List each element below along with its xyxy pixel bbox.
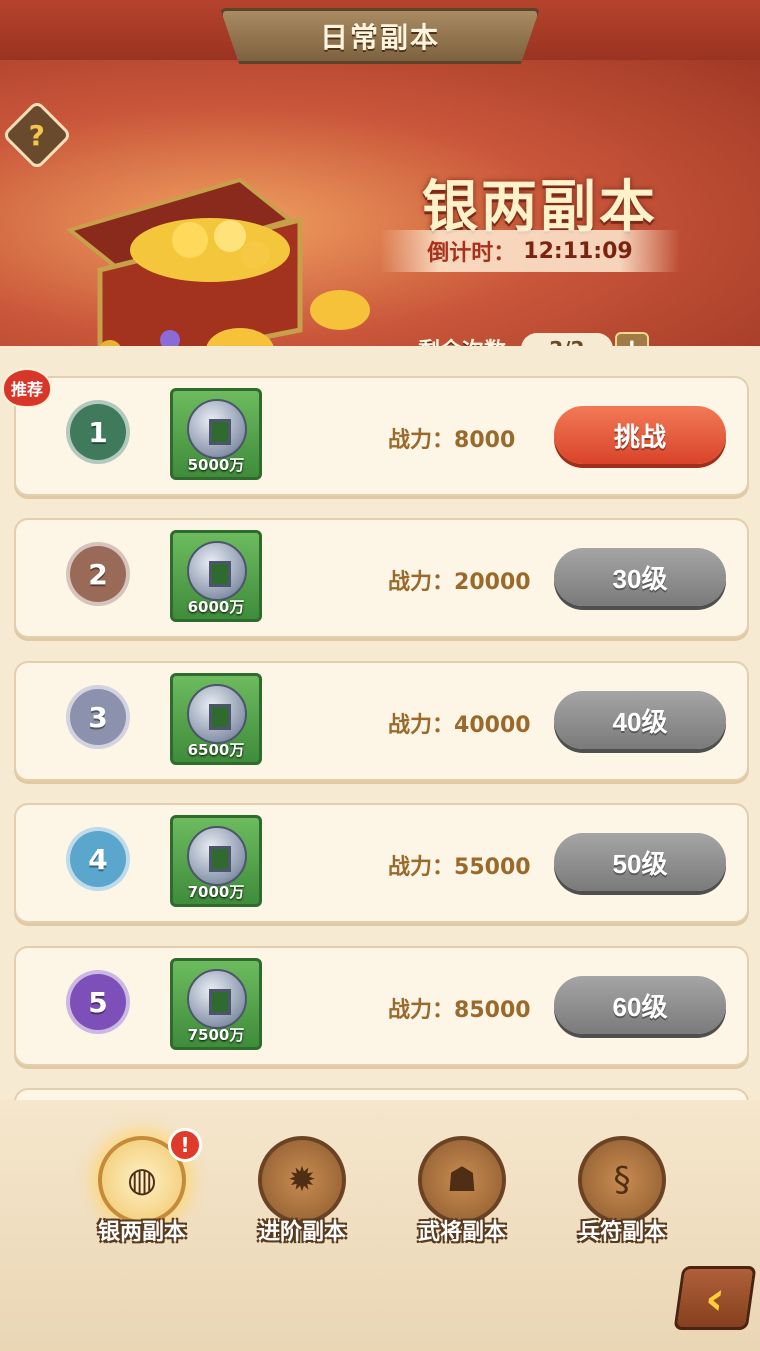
level-locked-button[interactable]: 60级 [554,976,726,1034]
alert-icon: ! [168,1128,202,1162]
power-requirement: 战力：85000 [388,998,531,1023]
reward-amount: 6500万 [187,741,245,759]
reward-amount: 6000万 [187,598,245,616]
reward-amount: 7000万 [187,883,245,901]
reward-item[interactable]: 7500万 [170,958,262,1050]
silver-coin-icon [187,541,247,601]
reward-item[interactable]: 6000万 [170,530,262,622]
reward-item[interactable]: 7000万 [170,815,262,907]
nav-label: 武将副本 [417,1220,506,1245]
recommended-badge: 推荐 [2,368,52,408]
stage-row: 4 7000万 战力：55000 50级 [14,803,749,923]
nav-token-dungeon[interactable]: § 兵符副本 [552,1136,692,1246]
level-emblem: 1 [66,400,130,464]
power-requirement: 战力：40000 [388,713,531,738]
stage-row: 推荐 1 5000万 战力：8000 挑战 [2,368,749,496]
nav-advanced-dungeon[interactable]: ✹ 进阶副本 [232,1136,372,1246]
reward-amount: 7500万 [187,1026,245,1044]
back-arrow-icon: ‹ [701,1271,729,1325]
power-requirement: 战力：55000 [388,855,531,880]
reward-item[interactable]: 6500万 [170,673,262,765]
treasure-chest-icon [65,177,370,346]
level-emblem: 3 [66,685,130,749]
mace-icon: ✹ [258,1136,346,1224]
nav-silver-dungeon[interactable]: ◍ ! 银两副本 [72,1128,212,1246]
level-emblem: 2 [66,542,130,606]
nav-label: 进阶副本 [257,1220,346,1245]
reward-amount: 5000万 [187,456,245,474]
countdown: 倒计时： 12:11:09 [380,230,680,272]
stage-row: 5 7500万 战力：85000 60级 [14,946,749,1066]
dragon-icon: § [578,1136,666,1224]
page-title: 日常副本 [220,8,540,64]
bottom-nav: ◍ ! 银两副本 ✹ 进阶副本 ☗ 武将副本 § 兵符副本 ‹ [0,1100,760,1351]
dungeon-header: ? 银两副本 倒计时： 12:11:09 剩余次数: 2/2 + [0,40,760,346]
silver-coin-icon [187,399,247,459]
level-emblem: 4 [66,827,130,891]
back-button[interactable]: ‹ [673,1266,757,1330]
general-icon: ☗ [418,1136,506,1224]
add-attempts-button[interactable]: + [614,332,649,346]
remaining-count: 2/2 [520,333,613,346]
power-requirement: 战力：20000 [388,570,531,595]
silver-coin-icon [187,684,247,744]
challenge-button[interactable]: 挑战 [554,406,726,464]
level-locked-button[interactable]: 40级 [554,691,726,749]
nav-label: 兵符副本 [577,1220,666,1245]
silver-coin-icon [187,826,247,886]
nav-label: 银两副本 [97,1220,186,1245]
level-locked-button[interactable]: 50级 [554,833,726,891]
reward-item[interactable]: 5000万 [170,388,262,480]
remaining-label: 剩余次数: [418,333,515,346]
stage-row-partial [14,1088,749,1100]
countdown-label: 倒计时： [427,241,516,266]
nav-general-dungeon[interactable]: ☗ 武将副本 [392,1136,532,1246]
level-emblem: 5 [66,970,130,1034]
level-locked-button[interactable]: 30级 [554,548,726,606]
stage-row: 2 6000万 战力：20000 30级 [14,518,749,638]
remaining-attempts: 剩余次数: 2/2 + [418,332,649,346]
stage-list[interactable]: 推荐 1 5000万 战力：8000 挑战 2 6000万 战力：20000 3… [0,346,760,1100]
countdown-time: 12:11:09 [523,238,633,264]
power-requirement: 战力：8000 [388,428,516,453]
stage-row: 3 6500万 战力：40000 40级 [14,661,749,781]
silver-coin-icon [187,969,247,1029]
question-icon: ? [28,118,46,152]
